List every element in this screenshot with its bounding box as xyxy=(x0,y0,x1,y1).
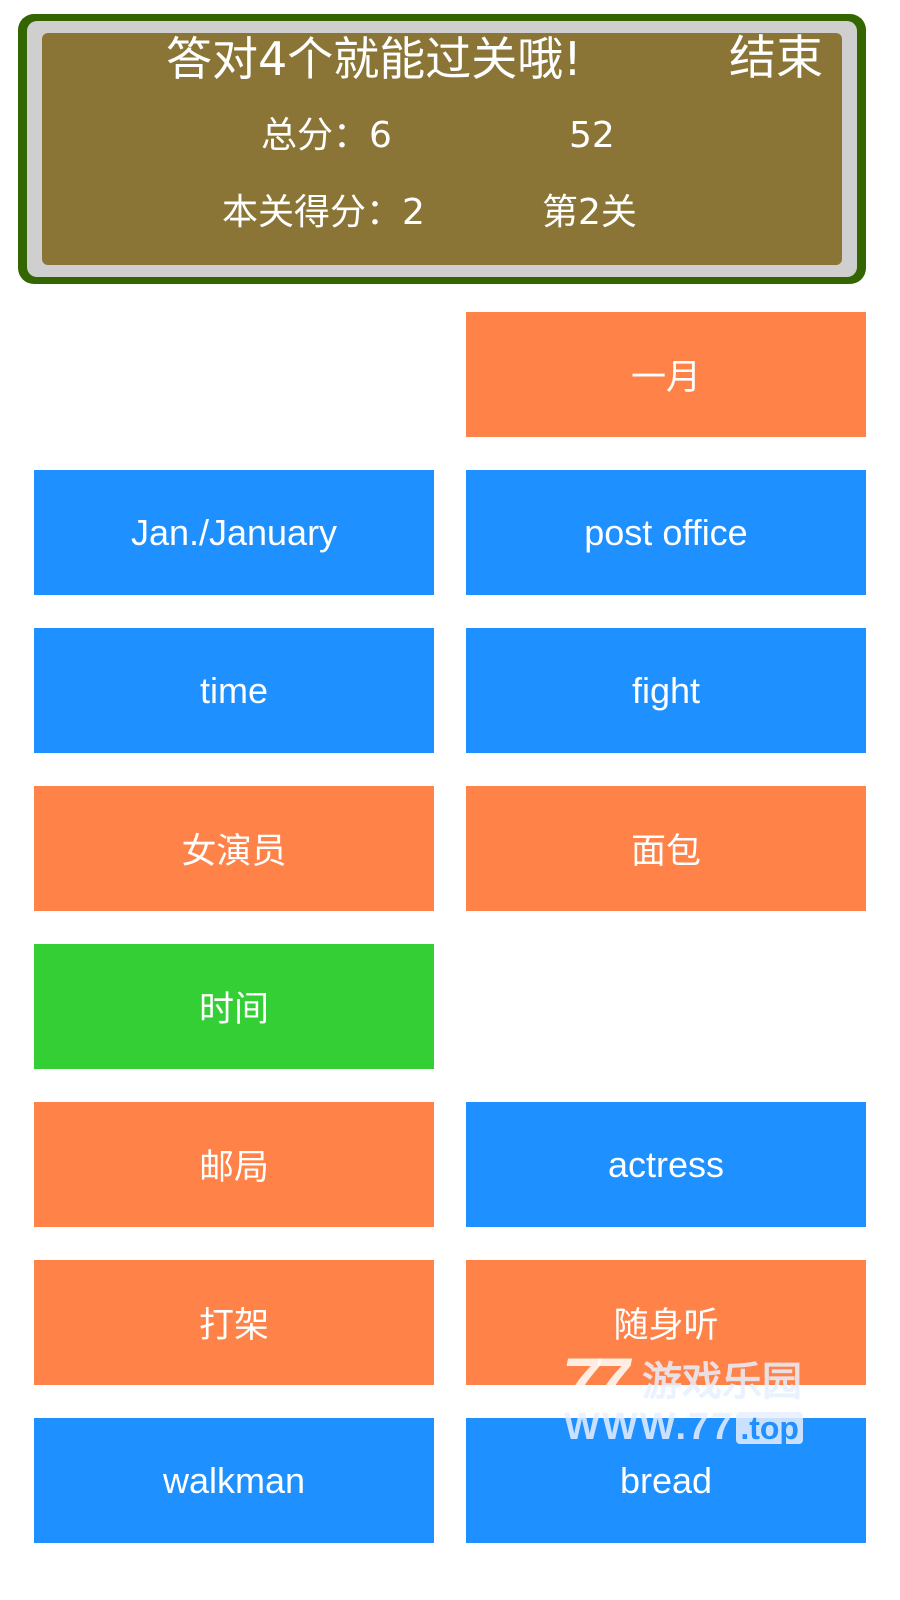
word-tile-label: bread xyxy=(619,1459,713,1501)
word-tile-label: 时间 xyxy=(198,990,269,1030)
word-tile[interactable]: Jan./January xyxy=(34,470,434,595)
word-tile[interactable]: 打架 xyxy=(34,1260,434,1385)
word-tile[interactable]: bread xyxy=(466,1418,866,1543)
word-tile-label: walkman xyxy=(162,1459,306,1501)
word-tile[interactable]: 随身听 xyxy=(466,1260,866,1385)
word-tile-label: fight xyxy=(631,669,701,711)
word-tile-label: 打架 xyxy=(198,1306,269,1346)
word-tile-label: 随身听 xyxy=(613,1306,719,1346)
word-tile[interactable]: 面包 xyxy=(466,786,866,911)
word-tile-label: 女演员 xyxy=(181,832,287,872)
word-tile[interactable]: walkman xyxy=(34,1418,434,1543)
word-tile-label: actress xyxy=(607,1143,725,1185)
word-tile[interactable]: fight xyxy=(466,628,866,753)
word-tile-label: 邮局 xyxy=(198,1148,269,1188)
word-tile-label: post office xyxy=(584,511,748,553)
word-tile[interactable]: 一月 xyxy=(466,312,866,437)
word-tile-label: Jan./January xyxy=(130,511,338,553)
word-tile[interactable]: post office xyxy=(466,470,866,595)
word-tile-grid: 一月 Jan./January post office time fight 女演员 面包时… xyxy=(0,0,900,1600)
empty-tile-slot xyxy=(466,944,866,1069)
word-tile-label: time xyxy=(199,669,268,711)
word-tile[interactable]: 女演员 xyxy=(34,786,434,911)
word-tile[interactable]: actress xyxy=(466,1102,866,1227)
word-tile-label: 面包 xyxy=(630,832,701,872)
empty-tile-slot xyxy=(34,312,434,437)
word-tile[interactable]: time xyxy=(34,628,434,753)
word-tile[interactable]: 邮局 xyxy=(34,1102,434,1227)
word-tile-label: 一月 xyxy=(630,358,701,398)
word-tile[interactable]: 时间 xyxy=(34,944,434,1069)
